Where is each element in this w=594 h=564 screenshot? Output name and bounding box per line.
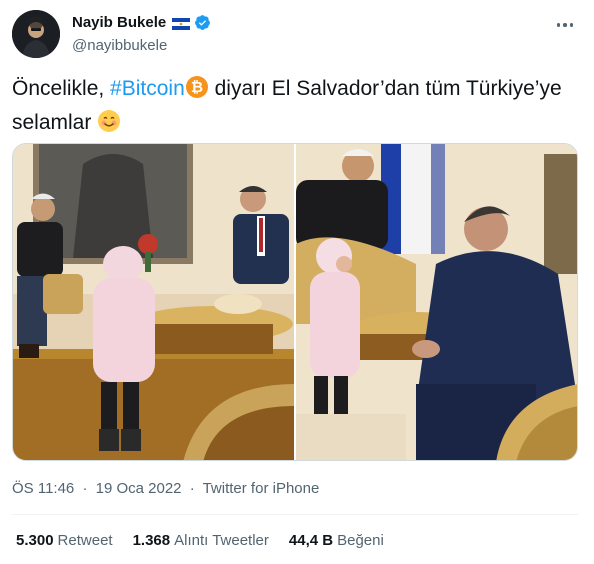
quotes-count: 1.368 [132,532,171,549]
retweets-count: 5.300 [16,532,54,549]
smiling-face-emoji [97,109,121,142]
tweet-header: Nayib Bukele @nayibbukele [12,10,582,62]
verified-badge-icon [194,14,211,31]
likes-label: Beğeni [337,532,384,549]
more-dot-icon [563,23,567,27]
tweet-text-before: Öncelikle, [12,77,111,100]
tweet-meta: ÖS 11:46 · 19 Oca 2022 · Twitter for iPh… [12,480,319,497]
retweets-stat[interactable]: 5.300 Retweet [16,532,113,549]
el-salvador-flag-icon [172,17,191,30]
media-grid [12,143,578,461]
meta-separator: · [82,480,88,497]
avatar[interactable] [12,10,60,58]
more-dot-icon [556,23,561,27]
likes-stat[interactable]: 44,4 B Beğeni [289,532,384,549]
avatar-image [12,10,60,58]
likes-count: 44,4 B [288,532,334,549]
divider [12,514,578,515]
photo-right[interactable] [296,144,577,460]
hashtag-link[interactable]: #Bitcoin [110,77,185,100]
more-dot-icon [569,23,574,27]
bitcoin-emoji: ₿ [185,75,209,108]
display-name[interactable]: Nayib Bukele [72,14,166,31]
tweet-stats: 5.300 Retweet 1.368 Alıntı Tweetler 44,4 B… [16,532,384,549]
tweet-time[interactable]: ÖS 11:46 [12,480,74,497]
name-row: Nayib Bukele [72,14,211,31]
tweet-date[interactable]: 19 Oca 2022 [96,480,182,497]
photo-left-image [13,144,294,460]
quotes-stat[interactable]: 1.368 Alıntı Tweetler [133,532,269,549]
tweet-text: Öncelikle, #Bitcoin ₿ diyarı El Salvador’… [12,74,582,142]
photo-left[interactable] [13,144,294,460]
tweet-source[interactable]: Twitter for iPhone [203,480,320,497]
more-options-button[interactable] [554,18,576,32]
svg-text:₿: ₿ [191,79,203,96]
retweets-label: Retweet [57,532,113,549]
handle[interactable]: @nayibbukele [72,37,167,54]
quotes-label: Alıntı Tweetler [174,532,269,549]
photo-right-image [296,144,577,460]
meta-separator: · [189,480,195,497]
